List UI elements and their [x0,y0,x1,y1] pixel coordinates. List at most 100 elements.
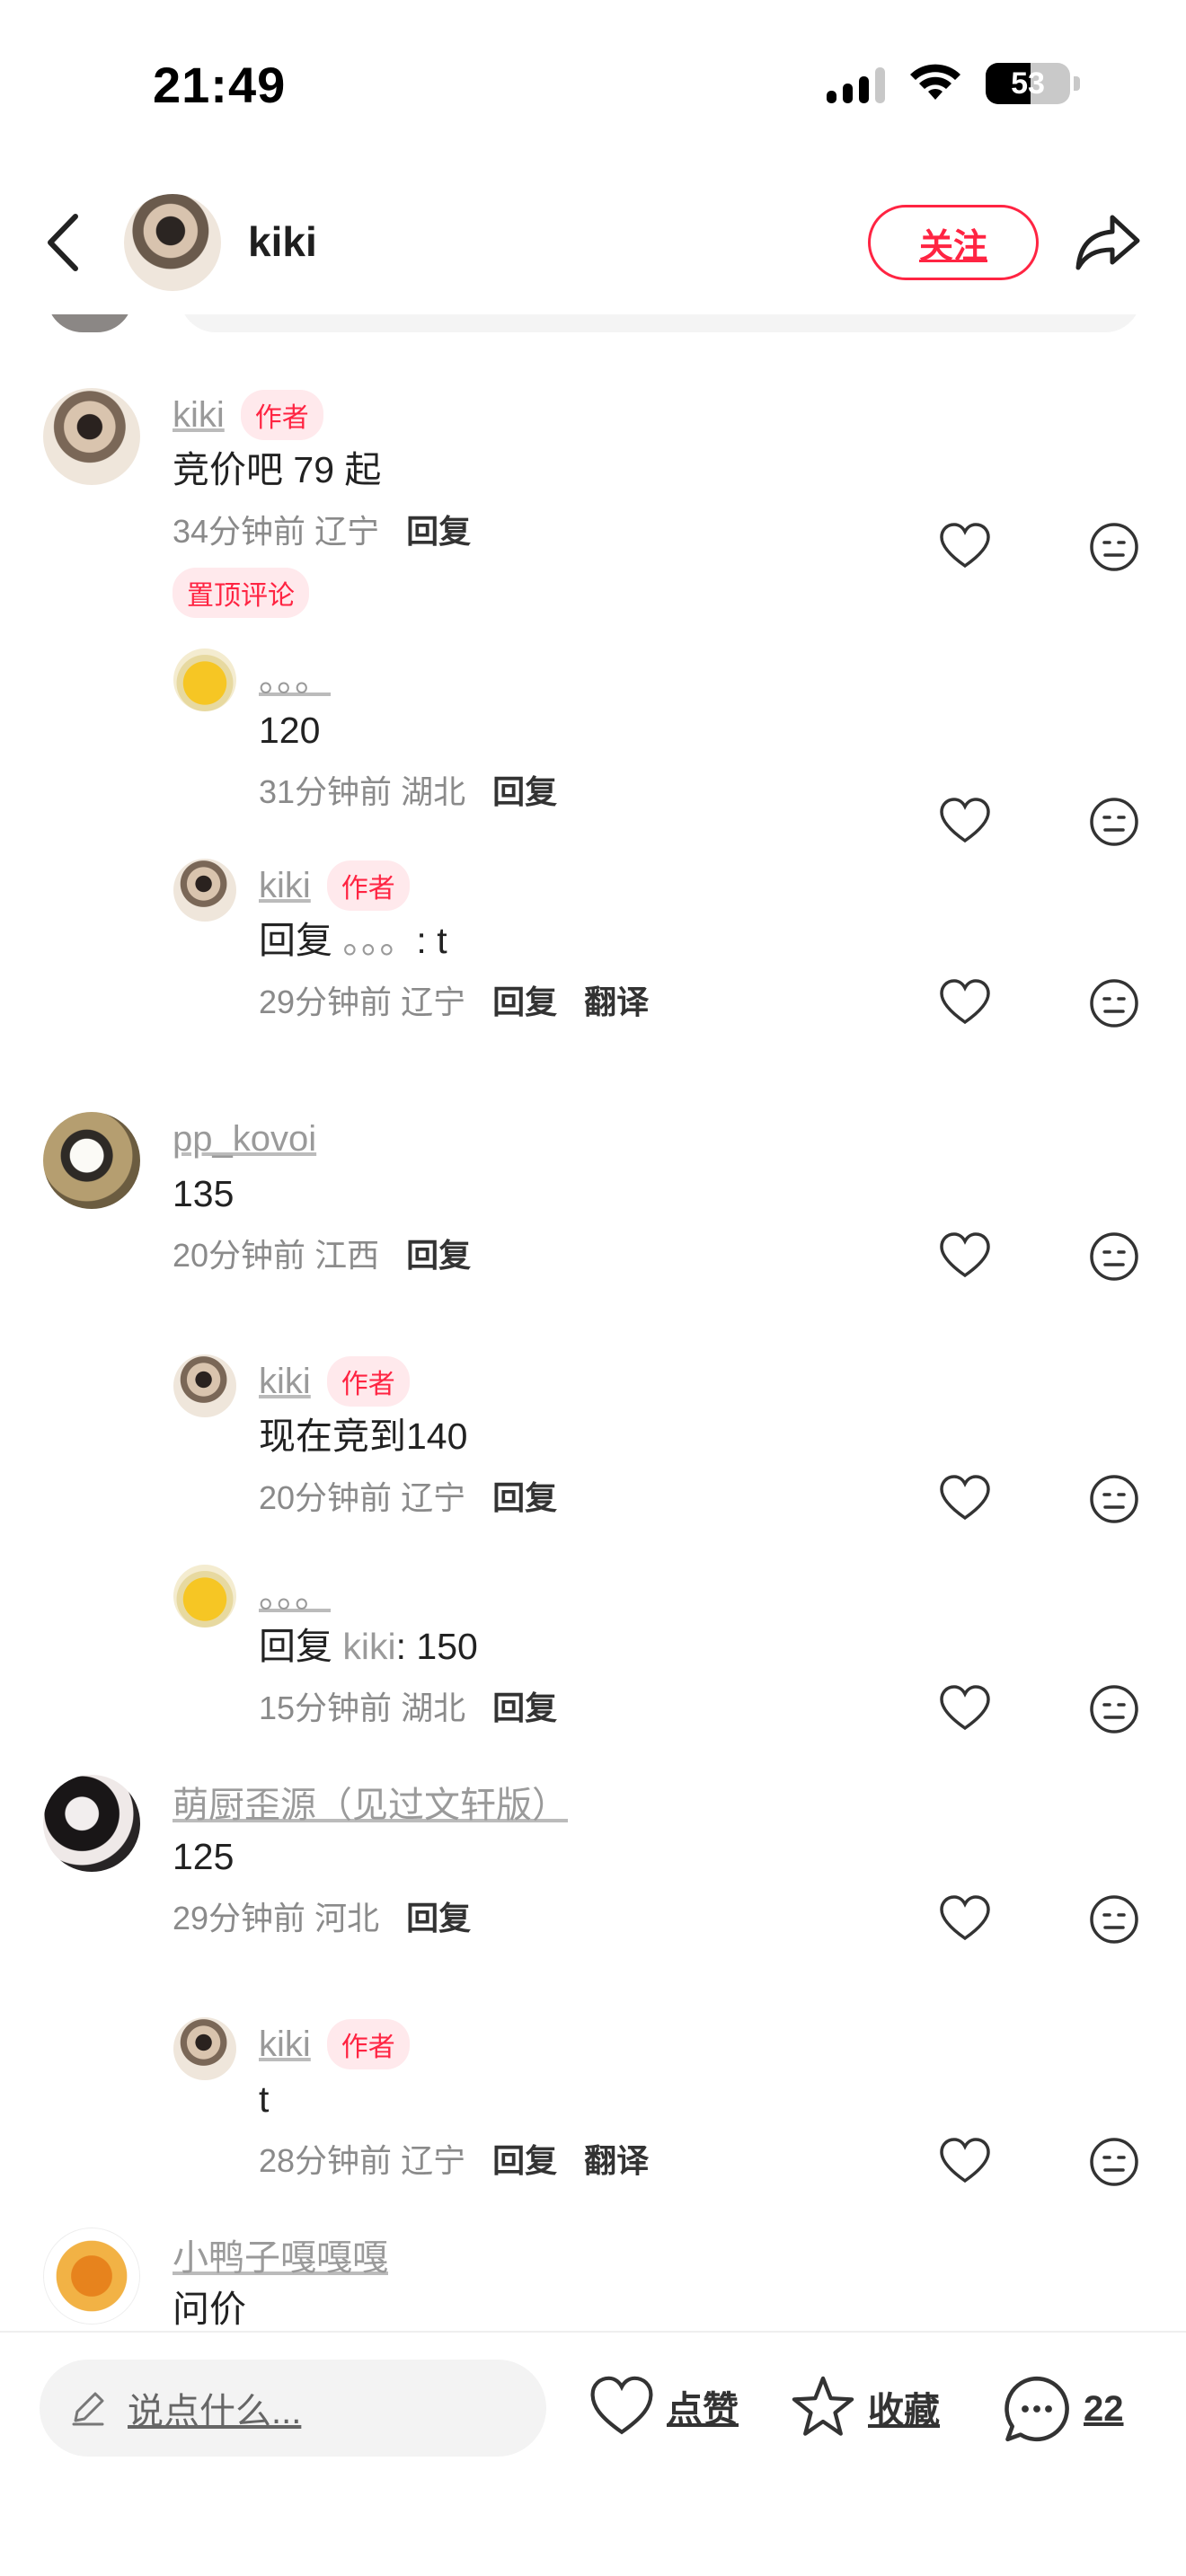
author-badge: 作者 [326,2019,410,2069]
status-bar: 21:49 53 [0,0,1186,171]
comment-count-button[interactable]: 22 [1001,2374,1124,2444]
heart-icon[interactable] [938,975,992,1029]
reply-button[interactable]: 回复 [406,1230,471,1276]
comment-item: 萌厨歪源（见过文轩版） 125 29分钟前 河北 回复 [0,1775,1186,1981]
comment-input-placeholder: 说点什么... [128,2392,302,2431]
reply-prefix: 回复 [259,1626,343,1667]
heart-icon[interactable] [938,2134,992,2188]
reply-item: kiki 作者 t 28分钟前 辽宁 回复 翻译 [0,2017,1186,2224]
comment-text[interactable]: 问价 [173,2281,388,2331]
like-label: 点赞 [667,2390,739,2430]
reply-username[interactable]: 。。。 [259,1566,331,1618]
author-name[interactable]: kiki [248,217,317,266]
avatar[interactable] [43,1112,140,1209]
reply-button[interactable]: 回复 [492,1682,557,1729]
comment-time: 20分钟前 [173,1237,306,1274]
comment-username[interactable]: pp_kovoi [173,1119,316,1160]
comment-username[interactable]: kiki [173,395,225,436]
reply-username[interactable]: 。。。 [259,649,331,701]
avatar[interactable] [173,2017,236,2080]
reply-button[interactable]: 回复 [406,506,471,552]
reply-text[interactable]: 回复 kiki: 150 [259,1619,557,1674]
reply-button[interactable]: 回复 [492,766,557,813]
battery-level: 53 [1011,66,1045,101]
comment-list[interactable]: kiki 作者 竞价吧 79 起 34分钟前 辽宁 回复 置顶评论 。。。 12… [0,341,1186,2331]
avatar[interactable] [43,388,140,485]
battery-cap [1074,76,1080,91]
chevron-left-icon [48,214,78,271]
avatar[interactable] [173,859,236,922]
reply-text[interactable]: 120 [259,702,557,758]
reply-username[interactable]: kiki [259,866,311,906]
dislike-face-icon[interactable] [1088,2136,1140,2188]
avatar[interactable] [173,648,236,711]
avatar[interactable] [173,1354,236,1417]
heart-icon[interactable] [938,519,992,573]
comment-count: 22 [1084,2388,1124,2429]
wifi-icon [910,64,960,100]
reply-location: 辽宁 [401,2142,466,2179]
dislike-face-icon[interactable] [1088,1683,1140,1735]
collect-button[interactable]: 收藏 [789,2374,940,2440]
heart-icon[interactable] [938,794,992,848]
reply-username[interactable]: kiki [259,1362,311,1402]
comment-location: 河北 [314,1900,380,1936]
author-badge: 作者 [240,390,323,440]
dislike-face-icon[interactable] [1088,521,1140,573]
reply-button[interactable]: 回复 [406,1892,471,1939]
avatar[interactable] [43,2228,140,2325]
follow-button[interactable]: 关注 [868,205,1039,280]
dislike-face-icon[interactable] [1088,977,1140,1029]
reply-item: kiki 作者 回复 。。。: t 29分钟前 辽宁 回复 翻译 [0,859,1186,1065]
comment-text[interactable]: 125 [173,1829,568,1884]
nav-bar: kiki 关注 [0,171,1186,314]
reply-location: 湖北 [401,773,466,810]
reply-prefix: 回复 [259,920,343,961]
collect-label: 收藏 [868,2391,940,2430]
cellular-signal-icon [827,64,885,103]
heart-icon[interactable] [938,1471,992,1525]
reply-location: 辽宁 [401,1479,466,1516]
comment-item: 小鸭子嘎嘎嘎 问价 [0,2228,1186,2331]
comment-bubble-icon [1005,2376,1069,2442]
reply-to-user[interactable]: kiki [342,1626,395,1667]
comment-text[interactable]: 竞价吧 79 起 [173,442,471,498]
reply-location: 湖北 [401,1689,466,1726]
reply-text[interactable]: t [259,2071,649,2127]
heart-icon[interactable] [938,1229,992,1283]
comment-location: 江西 [314,1237,380,1274]
dislike-face-icon[interactable] [1088,1893,1140,1945]
comment-text[interactable]: 135 [173,1166,471,1222]
reply-item: 。。。 回复 kiki: 150 15分钟前 湖北 回复 [0,1565,1186,1771]
comment-input[interactable]: 说点什么... [40,2360,546,2457]
reply-button[interactable]: 回复 [492,2135,557,2182]
avatar[interactable] [43,1775,140,1872]
reply-text[interactable]: 现在竞到140 [259,1408,557,1464]
reply-button[interactable]: 回复 [492,1472,557,1519]
dislike-face-icon[interactable] [1088,796,1140,848]
comment-username[interactable]: 小鸭子嘎嘎嘎 [173,2228,388,2280]
comment-item: pp_kovoi 135 20分钟前 江西 回复 [0,1112,1186,1319]
dislike-face-icon[interactable] [1088,1231,1140,1283]
reply-body: : t [416,920,447,961]
reply-body: : 150 [395,1626,478,1667]
translate-button[interactable]: 翻译 [584,976,649,1023]
comment-time: 29分钟前 [173,1900,306,1936]
reply-text[interactable]: 回复 。。。: t [259,913,649,968]
like-button[interactable]: 点赞 [588,2374,739,2439]
heart-icon[interactable] [938,1892,992,1945]
comment-username[interactable]: 萌厨歪源（见过文轩版） [173,1776,568,1828]
reply-location: 辽宁 [401,984,466,1020]
avatar[interactable] [173,1565,236,1628]
dislike-face-icon[interactable] [1088,1473,1140,1525]
reply-button[interactable]: 回复 [492,976,557,1023]
reply-username[interactable]: kiki [259,2025,311,2065]
back-button[interactable] [45,208,99,277]
author-avatar[interactable] [124,194,221,291]
share-button[interactable] [1075,208,1143,277]
reply-to-user[interactable]: 。。。 [342,920,416,961]
heart-icon[interactable] [938,1681,992,1735]
pinned-badge: 置顶评论 [173,568,309,618]
translate-button[interactable]: 翻译 [584,2135,649,2182]
star-icon [792,2376,854,2436]
